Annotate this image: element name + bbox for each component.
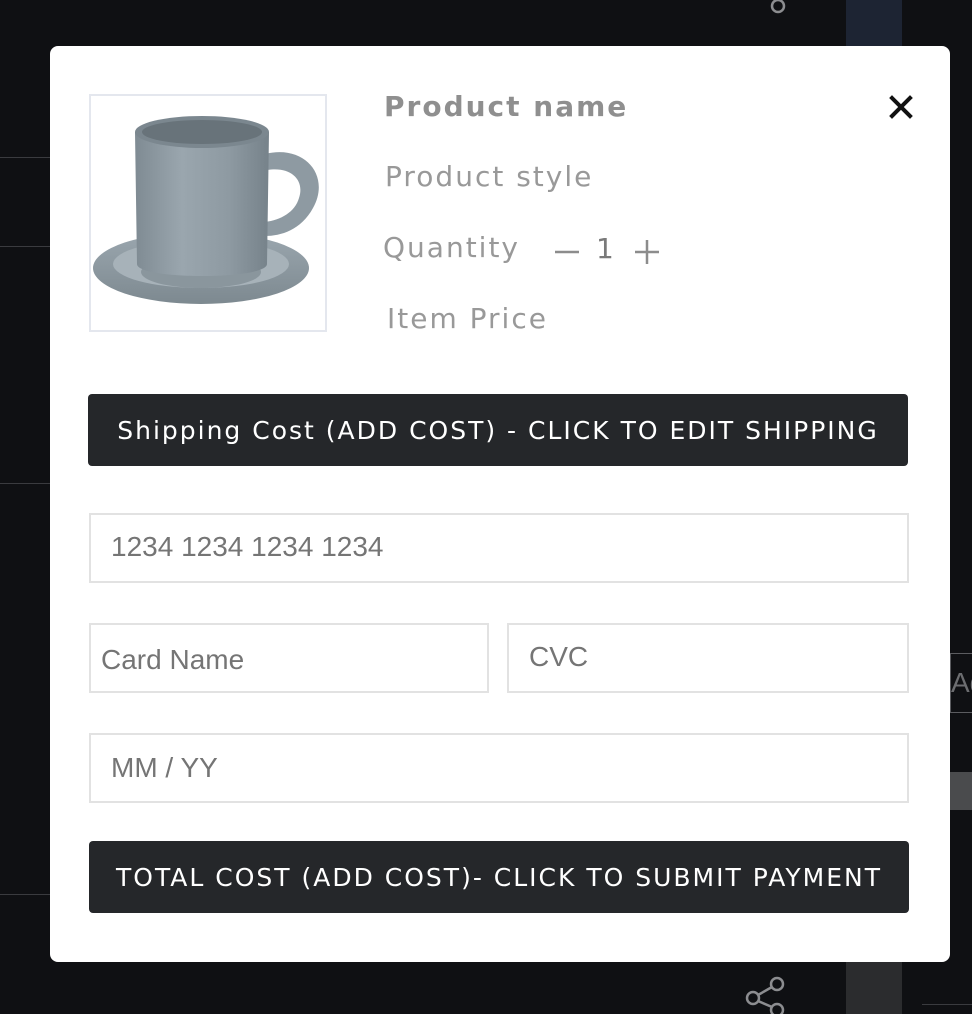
background-divider [922, 1004, 972, 1005]
share-icon[interactable] [758, 0, 790, 16]
mug-image [93, 116, 319, 304]
card-name-field[interactable]: Card Name [89, 623, 489, 693]
item-price-label: Item Price [387, 302, 548, 335]
background-strip [950, 772, 972, 810]
background-side-box: Ad [950, 653, 972, 713]
product-style: Product style [385, 160, 594, 193]
background-divider [0, 483, 50, 484]
card-name-placeholder: Card Name [101, 644, 245, 675]
edit-shipping-button-label: Shipping Cost (ADD COST) - CLICK TO EDIT… [117, 415, 879, 445]
quantity-value: 1 [596, 232, 614, 265]
submit-payment-button[interactable]: TOTAL COST (ADD COST)- CLICK TO SUBMIT P… [89, 841, 909, 913]
edit-shipping-button[interactable]: Shipping Cost (ADD COST) - CLICK TO EDIT… [88, 394, 908, 466]
plus-icon[interactable] [633, 234, 661, 268]
background-panel [846, 0, 902, 46]
card-number-field[interactable]: 1234 1234 1234 1234 [89, 513, 909, 583]
background-side-text: Ad [951, 667, 972, 698]
checkout-modal: Product name Product style Quantity 1 It… [50, 46, 950, 962]
background-divider [0, 894, 50, 895]
expiry-placeholder: MM / YY [111, 752, 218, 783]
minus-icon[interactable] [553, 234, 581, 268]
cvc-field[interactable]: CVC [507, 623, 909, 693]
expiry-field[interactable]: MM / YY [89, 733, 909, 803]
background-thumbnail [846, 962, 902, 1014]
card-number-placeholder: 1234 1234 1234 1234 [111, 531, 384, 562]
product-name: Product name [384, 90, 629, 123]
quantity-label: Quantity [383, 231, 520, 264]
submit-payment-button-label: TOTAL COST (ADD COST)- CLICK TO SUBMIT P… [116, 862, 882, 892]
background-divider [0, 157, 50, 158]
share-icon[interactable] [743, 974, 789, 1014]
product-image [89, 94, 327, 332]
close-icon[interactable] [886, 92, 916, 122]
background-divider [0, 246, 50, 247]
cvc-placeholder: CVC [529, 641, 589, 672]
